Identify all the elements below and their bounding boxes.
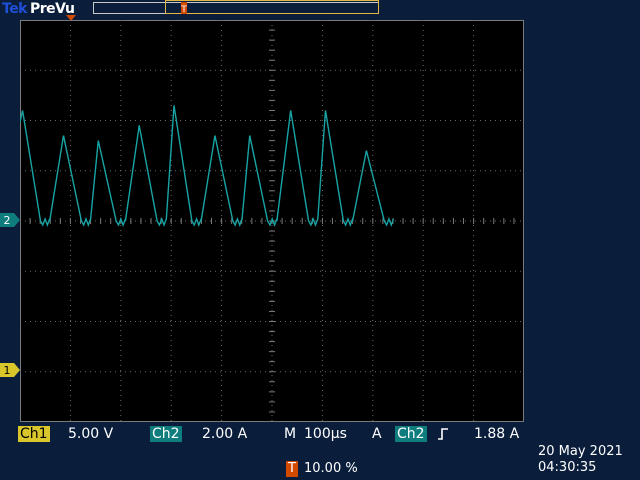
svg-text:2: 2 bbox=[4, 214, 11, 227]
time-text: 04:30:35 bbox=[538, 460, 597, 475]
trigger-position-icon: T bbox=[180, 2, 187, 15]
trigger-mode: A bbox=[372, 426, 382, 442]
ch2-ground-marker[interactable]: 2 bbox=[0, 213, 20, 227]
date-text: 20 May 2021 bbox=[538, 444, 623, 459]
svg-text:T: T bbox=[180, 5, 187, 15]
trigger-source[interactable]: Ch2 bbox=[395, 426, 427, 442]
svg-text:1: 1 bbox=[4, 364, 11, 377]
status-readout-bar: Ch1 5.00 V Ch2 2.00 A M 100µs A Ch2 1.88… bbox=[0, 424, 640, 480]
brand-logo: Tek PreVu bbox=[2, 1, 75, 17]
ch2-label[interactable]: Ch2 bbox=[150, 426, 182, 442]
trigger-level[interactable]: 1.88 A bbox=[474, 426, 519, 442]
ch1-label[interactable]: Ch1 bbox=[18, 426, 50, 442]
ch1-scale: 5.00 V bbox=[68, 426, 114, 442]
brand-tek: Tek bbox=[2, 1, 28, 17]
top-status-bar: Tek PreVu T bbox=[0, 0, 640, 20]
ch1-ground-marker[interactable]: 1 bbox=[0, 363, 20, 377]
timebase-scale[interactable]: 100µs bbox=[304, 426, 347, 442]
timebase-mode: M bbox=[284, 426, 297, 442]
trigger-position-value[interactable]: 10.00 % bbox=[304, 461, 358, 477]
waveform-display[interactable] bbox=[20, 20, 524, 422]
record-view-window[interactable] bbox=[165, 0, 379, 14]
trigger-position-label: T bbox=[286, 461, 298, 477]
rising-edge-icon bbox=[438, 428, 448, 440]
ch2-waveform-trace bbox=[20, 105, 395, 227]
datetime: 20 May 2021 04:30:35 bbox=[538, 444, 623, 476]
waveform-path bbox=[20, 105, 395, 227]
ch2-scale: 2.00 A bbox=[202, 426, 248, 442]
